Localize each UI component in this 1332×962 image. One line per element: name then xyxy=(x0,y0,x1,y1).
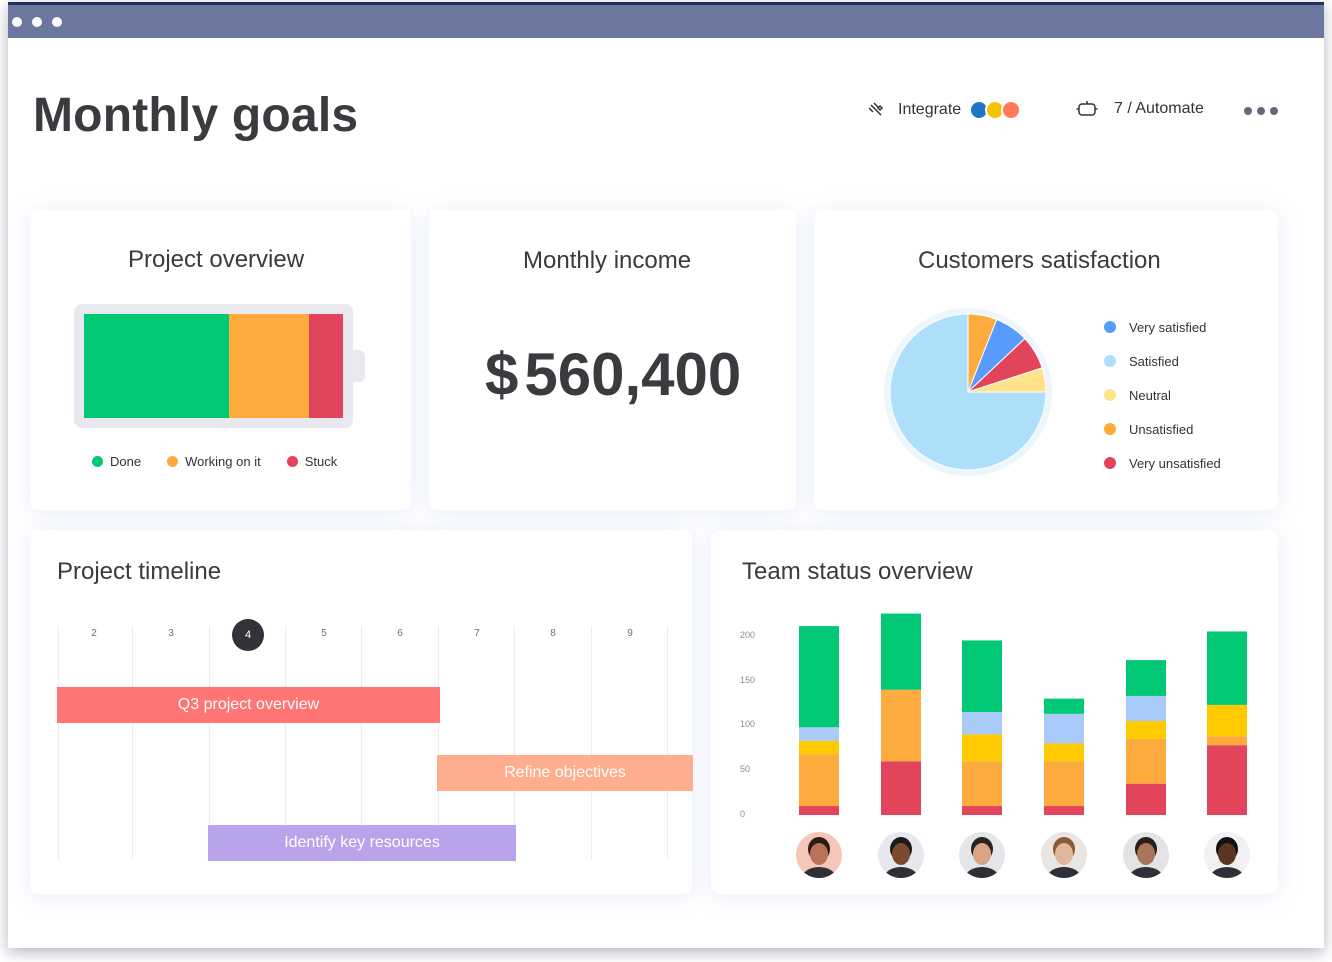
day-label[interactable]: 3 xyxy=(168,628,174,639)
legend-label: Unsatisfied xyxy=(1129,421,1194,437)
income-value: $ 560,400 xyxy=(485,340,741,409)
timeline-task-bar[interactable]: Identify key resources xyxy=(208,825,516,861)
person-icon xyxy=(965,837,999,878)
more-options-button[interactable] xyxy=(1243,106,1281,116)
legend-dot-icon xyxy=(1104,355,1116,367)
current-day-marker[interactable]: 4 xyxy=(232,619,264,651)
day-label[interactable]: 6 xyxy=(397,628,403,639)
customer-satisfaction-card: Customers satisfaction Very satisfied Sat… xyxy=(814,210,1278,510)
legend-item: Done xyxy=(92,454,141,469)
timeline-task-bar[interactable]: Q3 project overview xyxy=(57,687,440,723)
currency-symbol: $ xyxy=(485,341,519,408)
y-tick-label: 0 xyxy=(740,809,746,819)
y-tick-label: 200 xyxy=(740,629,756,640)
automate-label: 7 / Automate xyxy=(1114,100,1204,117)
customer-satisfaction-title: Customers satisfaction xyxy=(918,247,1161,274)
timeline-gridline xyxy=(58,626,59,860)
window-dot-icon[interactable] xyxy=(32,17,42,27)
monthly-income-card: Monthly income $ 560,400 xyxy=(429,210,796,510)
legend-item: Very satisfied xyxy=(1104,310,1221,344)
integrate-button[interactable]: Integrate xyxy=(866,100,1022,120)
legend-item: Stuck xyxy=(286,454,338,469)
income-amount: 560,400 xyxy=(524,341,742,408)
avatar[interactable] xyxy=(1123,832,1169,878)
person-icon xyxy=(802,837,836,878)
battery-cap xyxy=(353,350,365,382)
legend-label: Stuck xyxy=(304,454,338,469)
robot-icon xyxy=(1076,101,1098,116)
person-icon xyxy=(884,837,918,878)
timeline-gridline xyxy=(667,626,668,860)
legend-label: Satisfied xyxy=(1129,353,1179,369)
project-overview-card: Project overview Done Working on it Stuck xyxy=(30,210,411,510)
legend-label: Very satisfied xyxy=(1129,319,1207,335)
battery-segment xyxy=(84,314,230,418)
person-icon xyxy=(1129,837,1163,878)
person-icon xyxy=(1047,837,1081,878)
person-icon xyxy=(1210,837,1244,878)
y-tick-label: 150 xyxy=(740,674,756,685)
window-titlebar xyxy=(8,2,1324,38)
day-label[interactable]: 8 xyxy=(550,628,556,639)
legend-item: Neutral xyxy=(1104,378,1221,412)
legend-item: Unsatisfied xyxy=(1104,412,1221,446)
plug-icon xyxy=(868,102,884,116)
legend-dot-icon xyxy=(92,456,103,467)
legend-label: Neutral xyxy=(1129,387,1171,403)
avatar[interactable] xyxy=(796,832,842,878)
legend-label: Done xyxy=(110,454,142,469)
battery-segment xyxy=(229,314,310,418)
more-dots-icon xyxy=(1244,107,1278,115)
legend-label: Very unsatisfied xyxy=(1129,455,1221,471)
monthly-income-title: Monthly income xyxy=(523,247,692,274)
y-tick-label: 50 xyxy=(740,764,751,775)
y-tick-label: 100 xyxy=(740,719,756,730)
day-label[interactable]: 2 xyxy=(91,628,97,639)
project-timeline-title: Project timeline xyxy=(57,558,222,585)
timeline-gridline xyxy=(591,626,592,860)
task-label: Refine objectives xyxy=(504,764,626,781)
avatar[interactable] xyxy=(1041,832,1087,878)
integration-app-icon-3 xyxy=(1001,100,1022,120)
legend-dot-icon xyxy=(286,456,298,467)
integrate-label: Integrate xyxy=(898,101,962,118)
day-label[interactable]: 9 xyxy=(627,628,633,639)
task-label: Q3 project overview xyxy=(177,696,320,713)
day-label: 4 xyxy=(244,629,252,641)
satisfaction-pie-chart xyxy=(884,308,1052,476)
avatar[interactable] xyxy=(959,832,1005,878)
legend-dot-icon xyxy=(1104,389,1116,401)
legend-item: Working on it xyxy=(167,454,261,469)
automate-button[interactable]: 7 / Automate xyxy=(1076,100,1204,118)
battery-gauge xyxy=(74,304,353,428)
timeline-gridline xyxy=(132,626,133,860)
project-overview-title: Project overview xyxy=(128,246,305,273)
window-dot-icon[interactable] xyxy=(52,17,62,27)
team-status-title: Team status overview xyxy=(742,558,973,585)
legend-label: Working on it xyxy=(185,454,261,469)
window-dot-icon[interactable] xyxy=(12,17,22,27)
legend-item: Satisfied xyxy=(1104,344,1221,378)
legend-dot-icon xyxy=(167,456,179,467)
avatar[interactable] xyxy=(878,832,924,878)
day-label[interactable]: 7 xyxy=(474,628,480,639)
project-overview-legend: Done Working on it Stuck xyxy=(92,454,337,469)
timeline-task-bar[interactable]: Refine objectives xyxy=(437,755,693,791)
battery-fill xyxy=(84,314,343,418)
legend-dot-icon xyxy=(1104,321,1116,333)
legend-item: Very unsatisfied xyxy=(1104,446,1221,480)
legend-dot-icon xyxy=(1104,423,1116,435)
integration-icons xyxy=(969,100,1022,120)
battery-segment xyxy=(309,314,343,418)
legend-dot-icon xyxy=(1104,457,1116,469)
page-title: Monthly goals xyxy=(33,89,359,142)
task-label: Identify key resources xyxy=(284,834,440,851)
avatar[interactable] xyxy=(1204,832,1250,878)
satisfaction-legend: Very satisfied Satisfied Neutral Unsatisfie… xyxy=(1104,310,1221,480)
day-label[interactable]: 5 xyxy=(321,628,327,639)
